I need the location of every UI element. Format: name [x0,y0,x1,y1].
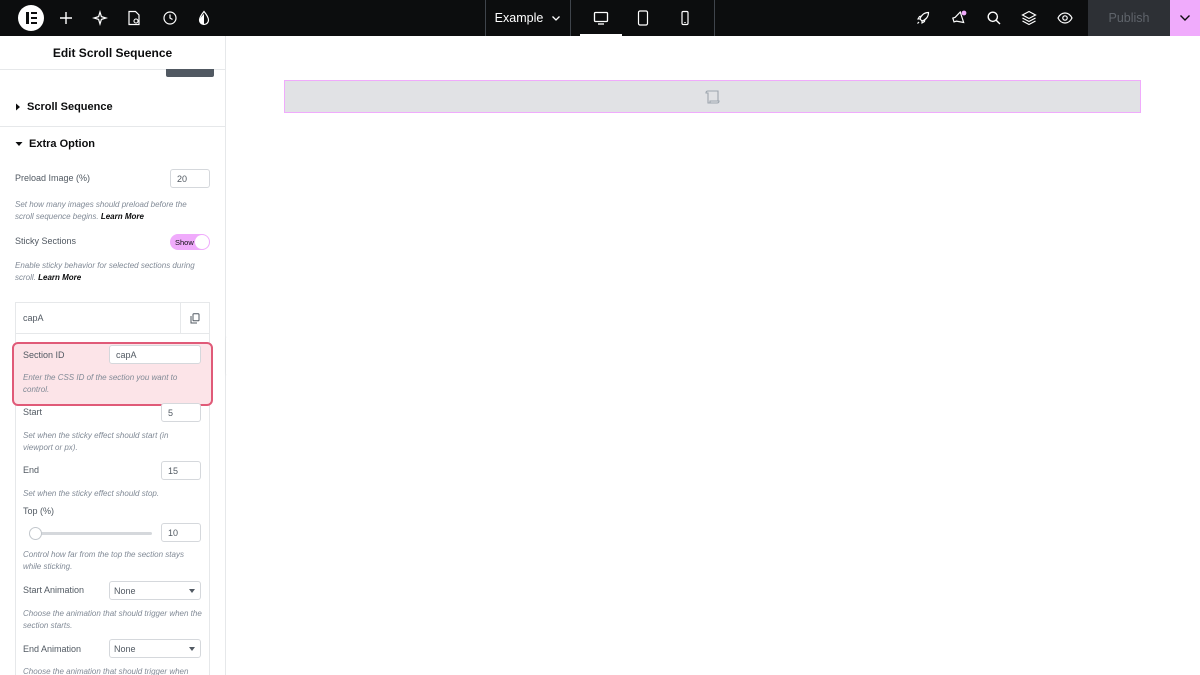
end-label: End [23,465,40,475]
caret-right-icon [16,103,20,111]
select-value: None [114,585,136,596]
copy-icon [190,313,200,324]
start-animation-select[interactable]: None [109,581,201,600]
desktop-icon [593,11,609,25]
end-description: Set when the sticky effect should stop. [23,489,160,498]
preview-icon[interactable] [1047,0,1083,36]
section-id-input[interactable]: capA [109,345,201,364]
editor-canvas[interactable] [227,36,1200,675]
start-animation-label: Start Animation [23,585,85,595]
elementor-logo-icon[interactable] [18,5,44,31]
caret-down-icon [15,142,23,146]
start-description: Set when the sticky effect should start … [23,431,169,452]
duplicate-item-button[interactable] [180,303,209,334]
scrolled-control-remnant [166,69,214,77]
rocket-icon[interactable] [905,0,941,36]
theme-style-icon[interactable] [186,0,222,36]
page-settings-icon[interactable] [116,0,152,36]
section-id-description: Enter the CSS ID of the section you want… [23,373,178,394]
caret-down-icon [189,589,195,593]
scroll-sequence-icon [704,89,720,104]
end-input[interactable]: 15 [161,461,201,480]
chevron-down-icon [552,16,561,21]
scroll-sequence-widget-placeholder[interactable] [284,80,1141,113]
publish-options-button[interactable] [1170,0,1200,36]
start-label: Start [23,407,43,417]
top-slider-track[interactable] [30,532,152,535]
top-input[interactable]: 10 [161,523,201,542]
end-animation-label: End Animation [23,644,82,654]
tablet-view-button[interactable] [622,0,664,36]
document-title: Example [494,11,544,25]
desktop-view-button[interactable] [580,0,622,36]
end-animation-select[interactable]: None [109,639,201,658]
sticky-sections-description: Enable sticky behavior for selected sect… [15,261,195,282]
top-slider-handle[interactable] [29,527,42,540]
announcement-icon[interactable] [941,0,977,36]
top-bar: Example Publish [0,0,1200,36]
caret-down-icon [189,647,195,651]
panel-title: Edit Scroll Sequence [0,36,225,70]
preload-image-label: Preload Image (%) [15,173,91,183]
mobile-view-button[interactable] [664,0,706,36]
section-scroll-sequence[interactable]: Scroll Sequence [0,89,225,125]
layers-icon[interactable] [1011,0,1047,36]
top-label: Top (%) [23,506,55,516]
learn-more-link[interactable]: Learn More [101,212,144,221]
section-extra-option[interactable]: Extra Option [0,126,225,162]
learn-more-link[interactable]: Learn More [38,273,81,282]
ai-sparkle-icon[interactable] [82,0,118,36]
mobile-icon [681,10,689,26]
start-input[interactable]: 5 [161,403,201,422]
document-switcher[interactable]: Example [486,0,570,36]
preload-image-input[interactable]: 20 [170,169,210,188]
tablet-icon [637,10,649,26]
sticky-sections-toggle[interactable]: Show [170,234,210,250]
search-icon[interactable] [976,0,1012,36]
start-animation-description: Choose the animation that should trigger… [23,609,202,630]
history-icon[interactable] [152,0,188,36]
section-label: Extra Option [29,138,96,150]
chevron-down-icon [1180,15,1190,21]
publish-button[interactable]: Publish [1088,0,1170,36]
section-id-label: Section ID [23,350,65,360]
select-value: None [114,643,136,654]
preload-image-description: Set how many images should preload befor… [15,200,187,221]
section-label: Scroll Sequence [27,101,113,113]
add-icon[interactable] [48,0,84,36]
end-animation-description: Choose the animation that should trigger… [23,667,189,675]
sticky-sections-label: Sticky Sections [15,236,77,246]
toggle-label: Show [175,237,194,247]
editor-panel: Edit Scroll Sequence Scroll Sequence Ext… [0,36,226,675]
top-description: Control how far from the top the section… [23,550,184,571]
